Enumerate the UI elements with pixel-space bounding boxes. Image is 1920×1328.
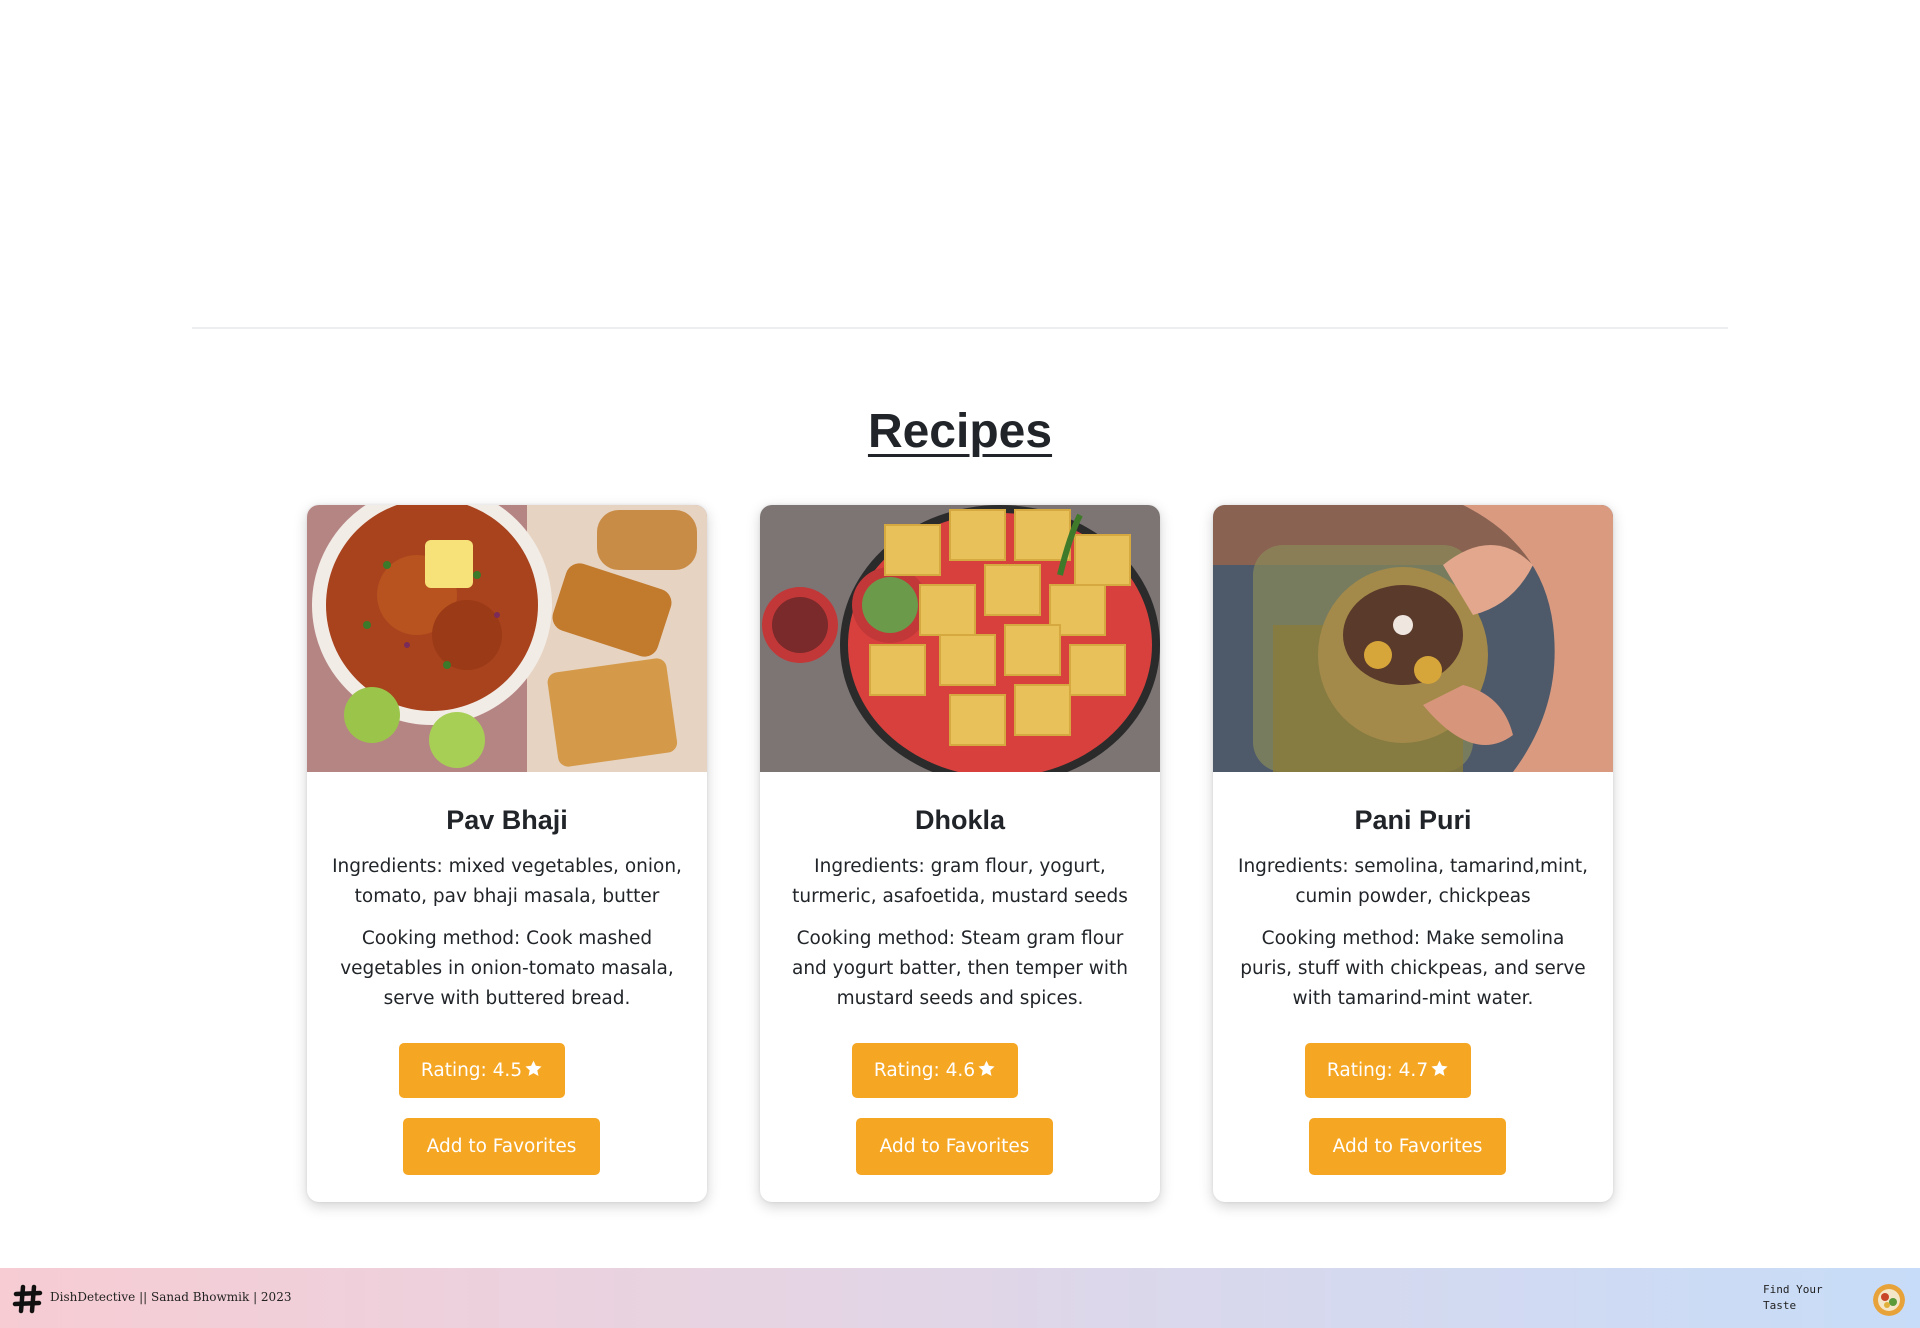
footer-credits: DishDetective || Sanad Bhowmik | 2023: [50, 1290, 292, 1304]
section-title: Recipes: [867, 405, 1053, 458]
recipe-image-pani-puri: [1213, 505, 1613, 772]
add-to-favorites-button[interactable]: Add to Favorites: [403, 1118, 600, 1175]
recipe-card: Dhokla Ingredients: gram flour, yogurt, …: [760, 505, 1160, 1202]
recipe-card: Pav Bhaji Ingredients: mixed vegetables,…: [307, 505, 707, 1202]
rating-button[interactable]: Rating: 4.6: [852, 1043, 1018, 1098]
star-icon: [978, 1060, 995, 1076]
recipe-title: Dhokla: [914, 805, 1006, 835]
hash-icon[interactable]: [12, 1283, 44, 1315]
recipe-method: Cooking method: Make semolina puris, stu…: [1240, 928, 1586, 1009]
add-to-favorites-button[interactable]: Add to Favorites: [856, 1118, 1053, 1175]
footer-tagline: Find Your Taste: [1763, 1283, 1823, 1312]
star-icon: [1431, 1060, 1448, 1076]
recipe-image-dhokla: [760, 505, 1160, 772]
rating-button[interactable]: Rating: 4.5: [399, 1043, 565, 1098]
section-divider: [192, 327, 1728, 329]
rating-label: Rating: 4.5: [420, 1060, 523, 1081]
add-to-favorites-button[interactable]: Add to Favorites: [1309, 1118, 1506, 1175]
recipe-card: Pani Puri Ingredients: semolina, tamarin…: [1213, 505, 1613, 1202]
rating-label: Rating: 4.7: [1326, 1060, 1429, 1081]
recipe-ingredients: Ingredients: mixed vegetables, onion, to…: [332, 856, 682, 907]
rating-button[interactable]: Rating: 4.7: [1305, 1043, 1471, 1098]
recipe-title: Pani Puri: [1354, 805, 1472, 835]
star-icon: [525, 1060, 542, 1076]
recipe-ingredients: Ingredients: gram flour, yogurt, turmeri…: [792, 856, 1128, 907]
recipe-method: Cooking method: Steam gram flour and yog…: [792, 928, 1128, 1009]
food-plate-avatar[interactable]: [1873, 1284, 1905, 1316]
recipe-ingredients: Ingredients: semolina, tamarind,mint, cu…: [1237, 856, 1589, 907]
recipe-method: Cooking method: Cook mashed vegetables i…: [340, 928, 674, 1009]
rating-label: Rating: 4.6: [873, 1060, 976, 1081]
recipe-image-pav-bhaji: [307, 505, 707, 772]
recipe-title: Pav Bhaji: [446, 805, 568, 835]
footer: DishDetective || Sanad Bhowmik | 2023 Fi…: [0, 1268, 1920, 1328]
